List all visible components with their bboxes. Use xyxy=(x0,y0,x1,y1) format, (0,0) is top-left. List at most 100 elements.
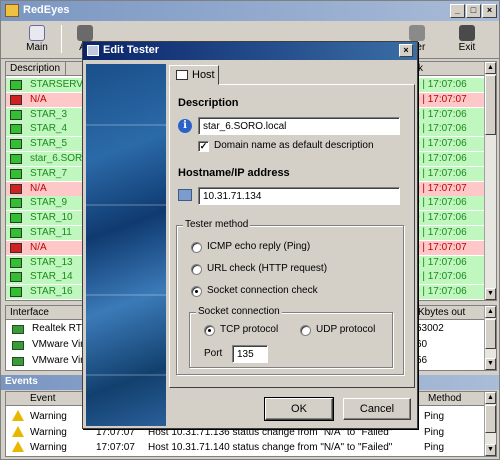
radio-udp[interactable] xyxy=(300,325,311,336)
radio-socket-check[interactable] xyxy=(191,286,202,297)
event-method: Ping xyxy=(424,426,445,438)
host-timestamp: 0 | 17:07:07 xyxy=(414,182,467,194)
hosts-scrollbar[interactable]: ▲ ▼ xyxy=(484,62,496,300)
host-name: STARSERVE xyxy=(30,79,90,90)
scroll-up-arrow[interactable]: ▲ xyxy=(485,392,496,404)
host-timestamp: 0 | 17:07:07 xyxy=(414,93,467,105)
minimize-button[interactable]: _ xyxy=(450,4,465,18)
host-timestamp: 0 | 17:07:06 xyxy=(414,79,467,90)
host-timestamp: 0 | 17:07:06 xyxy=(414,271,467,283)
host-timestamp: 0 | 17:07:07 xyxy=(414,241,467,253)
edit-tester-dialog: Edit Tester × Host Description i ✓ Domai… xyxy=(82,41,418,429)
scroll-up-arrow[interactable]: ▲ xyxy=(485,62,496,74)
interface-name: Realtek RTL xyxy=(32,323,88,334)
host-timestamp: 0 | 17:07:06 xyxy=(414,153,467,164)
monitor-icon xyxy=(10,287,22,298)
event-time: 17:07:07 xyxy=(96,442,135,453)
event-method: Ping xyxy=(424,411,445,422)
tester-method-label: Tester method xyxy=(183,219,251,230)
dialog-side-banner xyxy=(86,64,166,426)
hostname-field[interactable] xyxy=(198,187,400,205)
scroll-thumb[interactable] xyxy=(485,405,496,433)
scroll-down-arrow[interactable]: ▼ xyxy=(485,444,496,456)
radio-ping-label: ICMP echo reply (Ping) xyxy=(207,241,311,252)
network-computer-icon xyxy=(178,189,192,201)
monitor-icon xyxy=(10,257,22,268)
exit-button[interactable]: Exit xyxy=(445,23,489,57)
host-name: STAR_14 xyxy=(30,271,73,283)
host-timestamp: 0 | 17:07:06 xyxy=(414,197,467,209)
network-card-icon xyxy=(12,341,24,350)
main-title-bar: RedEyes _ □ × xyxy=(1,1,499,21)
host-name: N/A xyxy=(30,93,47,105)
description-label: Description xyxy=(178,97,239,109)
main-button-label: Main xyxy=(26,42,48,53)
event-type: Warning xyxy=(30,442,67,453)
description-field[interactable] xyxy=(198,117,400,135)
host-name: STAR_4 xyxy=(30,123,68,135)
host-name: STAR_5 xyxy=(30,138,68,150)
monitor-icon xyxy=(10,139,22,150)
event-row[interactable]: Warning 17:07:07 Host 10.31.71.140 status … xyxy=(6,440,486,455)
toolbar-separator xyxy=(61,25,62,53)
host-name: N/A xyxy=(30,241,47,253)
domain-name-checkbox-label: Domain name as default description xyxy=(214,140,374,151)
event-type: Warning xyxy=(30,426,67,438)
host-name: STAR_16 xyxy=(30,286,73,298)
network-card-icon xyxy=(12,325,24,334)
column-header-method[interactable]: Method xyxy=(424,392,486,406)
info-icon: i xyxy=(178,119,192,133)
monitor-icon xyxy=(176,70,188,80)
radio-url-check[interactable] xyxy=(191,264,202,275)
monitor-icon xyxy=(10,242,22,253)
radio-ping[interactable] xyxy=(191,242,202,253)
host-name: STAR_11 xyxy=(30,227,72,238)
ok-button[interactable]: OK xyxy=(264,397,334,421)
radio-tcp[interactable] xyxy=(204,325,215,336)
host-timestamp: 0 | 17:07:06 xyxy=(414,123,467,135)
events-scrollbar[interactable]: ▲ ▼ xyxy=(484,392,496,456)
host-timestamp: 0 | 17:07:06 xyxy=(414,256,467,268)
monitor-icon xyxy=(10,168,22,179)
scroll-thumb[interactable] xyxy=(485,75,496,135)
dialog-close-button[interactable]: × xyxy=(399,44,413,57)
scroll-down-arrow[interactable]: ▼ xyxy=(485,358,496,370)
port-field[interactable] xyxy=(232,345,268,363)
cancel-button[interactable]: Cancel xyxy=(343,398,411,420)
domain-name-checkbox[interactable]: ✓ xyxy=(198,141,209,152)
column-header-kbytes-out[interactable]: Kbytes out xyxy=(414,306,486,320)
dialog-title-bar[interactable]: Edit Tester × xyxy=(83,42,417,60)
interface-kbytes-out: 53002 xyxy=(416,323,444,334)
monitor-icon xyxy=(10,109,22,120)
exit-button-label: Exit xyxy=(458,42,476,53)
maximize-button[interactable]: □ xyxy=(466,4,481,18)
scroll-thumb[interactable] xyxy=(485,319,496,349)
hostname-label: Hostname/IP address xyxy=(178,167,290,179)
app-title: RedEyes xyxy=(23,4,70,16)
host-name: N/A xyxy=(30,182,47,194)
eye-icon xyxy=(29,25,45,41)
wrench-icon xyxy=(409,25,425,41)
scroll-down-arrow[interactable]: ▼ xyxy=(485,288,496,300)
host-timestamp: 0 | 17:07:06 xyxy=(414,212,467,224)
warning-icon xyxy=(12,425,24,437)
interface-scrollbar[interactable]: ▲ ▼ xyxy=(484,306,496,370)
port-label: Port xyxy=(204,348,223,359)
column-header-last[interactable]: k xyxy=(414,62,486,76)
close-button[interactable]: × xyxy=(482,4,497,18)
scroll-up-arrow[interactable]: ▲ xyxy=(485,306,496,318)
tab-host-label: Host xyxy=(192,69,215,81)
socket-connection-group: Socket connection TCP protocol UDP proto… xyxy=(189,306,393,368)
network-card-icon xyxy=(12,357,24,366)
dialog-icon xyxy=(87,45,99,56)
main-button[interactable]: Main xyxy=(15,23,59,57)
host-timestamp: 0 | 17:07:06 xyxy=(414,167,467,179)
column-header-description[interactable]: Description xyxy=(6,62,66,76)
radio-socket-check-label: Socket connection check xyxy=(207,285,318,296)
monitor-icon xyxy=(10,272,22,283)
host-name: STAR_7 xyxy=(30,167,68,179)
monitor-icon xyxy=(10,124,22,135)
host-name: STAR_3 xyxy=(30,108,68,120)
tab-host[interactable]: Host xyxy=(169,65,219,85)
host-tab-page: Description i ✓ Domain name as default d… xyxy=(169,84,415,388)
